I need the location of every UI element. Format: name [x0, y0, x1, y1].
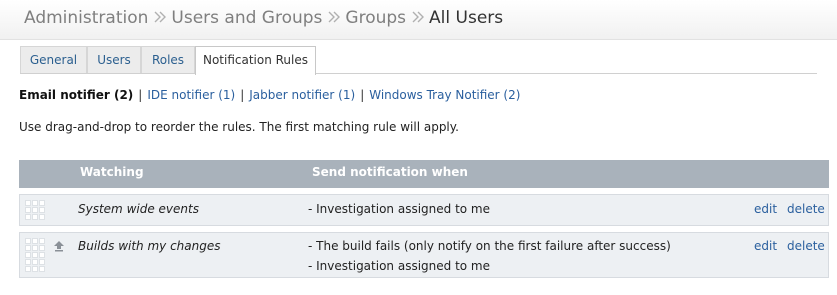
column-header-send: Send notification when [312, 165, 468, 179]
tab-general[interactable]: General [20, 46, 87, 74]
notifier-separator: | [360, 88, 365, 102]
drag-handle-icon[interactable] [25, 200, 47, 220]
delete-rule-link[interactable]: delete [787, 202, 825, 216]
column-header-watching: Watching [80, 165, 144, 179]
delete-rule-link[interactable]: delete [787, 239, 825, 253]
notifier-separator: | [240, 88, 245, 102]
drag-handle-icon[interactable] [25, 238, 47, 272]
notifier-jabber-link[interactable]: Jabber notifier (1) [249, 88, 355, 102]
edit-rule-link[interactable]: edit [754, 239, 777, 253]
notifier-windows-tray-link[interactable]: Windows Tray Notifier (2) [369, 88, 520, 102]
rule-events: - The build fails (only notify on the fi… [308, 236, 671, 276]
breadcrumb-groups[interactable]: Groups [345, 8, 406, 28]
double-chevron-right-icon [328, 11, 341, 23]
rule-watching: System wide events [78, 202, 199, 216]
table-row[interactable]: System wide events - Investigation assig… [19, 194, 829, 226]
breadcrumb-users-and-groups[interactable]: Users and Groups [171, 8, 322, 28]
rule-event: - Investigation assigned to me [308, 259, 490, 273]
edit-rule-link[interactable]: edit [754, 202, 777, 216]
reorder-hint: Use drag-and-drop to reorder the rules. … [19, 120, 459, 134]
rule-event: - The build fails (only notify on the fi… [308, 239, 671, 253]
table-header: Watching Send notification when [19, 160, 829, 188]
notifier-selector: Email notifier (2) | IDE notifier (1) | Jabb… [19, 88, 520, 102]
tab-roles[interactable]: Roles [141, 46, 195, 74]
tab-bar: General Users Roles Notification Rules [20, 46, 817, 75]
double-chevron-right-icon [412, 11, 425, 23]
rule-events: - Investigation assigned to me [308, 199, 490, 219]
tab-users[interactable]: Users [87, 46, 141, 74]
notification-rules-table: Watching Send notification when System w… [19, 160, 829, 278]
move-up-icon[interactable] [53, 240, 65, 252]
top-bar: Administration Users and Groups Groups All … [0, 0, 837, 40]
notifier-separator: | [138, 88, 143, 102]
double-chevron-right-icon [154, 11, 167, 23]
breadcrumb-administration[interactable]: Administration [24, 8, 148, 28]
notifier-ide-link[interactable]: IDE notifier (1) [147, 88, 235, 102]
table-row[interactable]: Builds with my changes - The build fails… [19, 232, 829, 278]
rule-watching: Builds with my changes [78, 239, 221, 253]
notifier-email: Email notifier (2) [19, 88, 134, 102]
rule-event: - Investigation assigned to me [308, 202, 490, 216]
tab-notification-rules[interactable]: Notification Rules [195, 46, 316, 75]
breadcrumb-current: All Users [429, 8, 504, 28]
breadcrumb: Administration Users and Groups Groups All … [24, 8, 503, 28]
